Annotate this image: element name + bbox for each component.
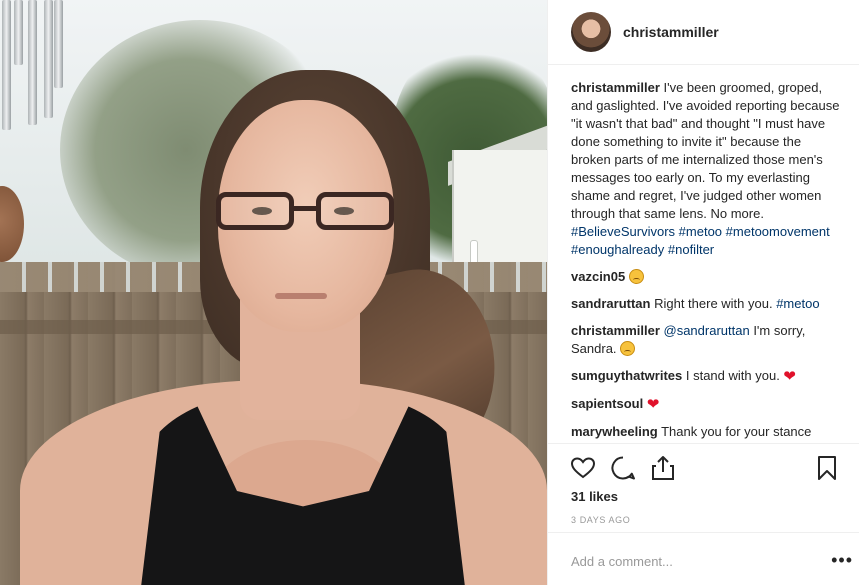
person-glasses <box>210 190 398 236</box>
red-heart-emoji-icon: ❤ <box>646 396 660 413</box>
post-photo[interactable] <box>0 0 547 585</box>
hashtag[interactable]: #metoo <box>776 296 819 311</box>
glasses-lens <box>316 192 394 230</box>
red-heart-emoji-icon: ❤ <box>783 368 796 385</box>
comment-text: I stand with you. <box>682 368 784 383</box>
list-item: sumguythatwrites I stand with you. ❤ <box>571 367 843 386</box>
list-item: marywheeling Thank you for your stance <box>571 423 843 441</box>
wind-chime-tube <box>54 0 63 88</box>
mention-link[interactable]: @sandraruttan <box>664 323 750 338</box>
hashtag[interactable]: #enoughalready <box>571 242 664 257</box>
comment-username[interactable]: sumguythatwrites <box>571 368 682 383</box>
likes-count[interactable]: 31 likes <box>571 489 618 504</box>
wind-chime-tube <box>28 0 37 125</box>
list-item: sandraruttan Right there with you. #meto… <box>571 295 843 313</box>
comment-username[interactable]: sapientsoul <box>571 396 643 411</box>
heart-outline-icon[interactable] <box>569 454 597 482</box>
hashtag[interactable]: #BelieveSurvivors <box>571 224 675 239</box>
comments-list[interactable]: christammiller I've been groomed, groped… <box>548 65 859 443</box>
comment-username[interactable]: marywheeling <box>571 424 658 439</box>
comment-username[interactable]: sandraruttan <box>571 296 650 311</box>
comment-username[interactable]: vazcin05 <box>571 269 625 284</box>
share-icon[interactable] <box>649 454 677 482</box>
hashtag[interactable]: #metoo <box>679 224 722 239</box>
person-mouth <box>275 293 327 299</box>
avatar[interactable] <box>571 12 611 52</box>
comment-icon[interactable] <box>609 454 637 482</box>
post-timestamp[interactable]: 3 DAYS AGO <box>571 515 630 525</box>
glasses-lens <box>216 192 294 230</box>
hashtag[interactable]: #nofilter <box>668 242 714 257</box>
comment-text: Thank you for your stance <box>657 424 812 439</box>
post-sidebar: christammiller christammiller I've been … <box>547 0 859 585</box>
more-options-icon[interactable]: ••• <box>831 550 853 571</box>
post-header: christammiller <box>548 0 859 65</box>
sad-face-emoji-icon <box>628 269 644 284</box>
add-comment-input[interactable]: Add a comment... <box>571 554 673 569</box>
bookmark-icon[interactable] <box>813 454 841 482</box>
add-comment-bar[interactable]: Add a comment... ••• <box>548 532 859 587</box>
comment-text: Right there with you. <box>650 296 777 311</box>
post-actions: 31 likes 3 DAYS AGO Add a comment... ••• <box>548 443 859 586</box>
post-author-username[interactable]: christammiller <box>623 24 719 40</box>
sad-face-emoji-icon <box>620 341 636 356</box>
comment-username[interactable]: christammiller <box>571 323 660 338</box>
caption: christammiller I've been groomed, groped… <box>571 79 843 259</box>
comment-username[interactable]: christammiller <box>571 80 660 95</box>
wind-chime-tube <box>44 0 53 118</box>
action-icons <box>569 454 839 482</box>
glasses-bridge <box>294 206 316 211</box>
wind-chime-tube <box>2 0 11 130</box>
list-item: sapientsoul ❤ <box>571 395 843 414</box>
instagram-post-view: christammiller christammiller I've been … <box>0 0 859 585</box>
list-item: christammiller @sandraruttan I'm sorry, … <box>571 322 843 358</box>
wind-chime-tube <box>14 0 23 65</box>
comment-text: I've been groomed, groped, and gaslighte… <box>571 80 840 221</box>
list-item: vazcin05 <box>571 268 843 286</box>
hashtag[interactable]: #metoomovement <box>726 224 830 239</box>
